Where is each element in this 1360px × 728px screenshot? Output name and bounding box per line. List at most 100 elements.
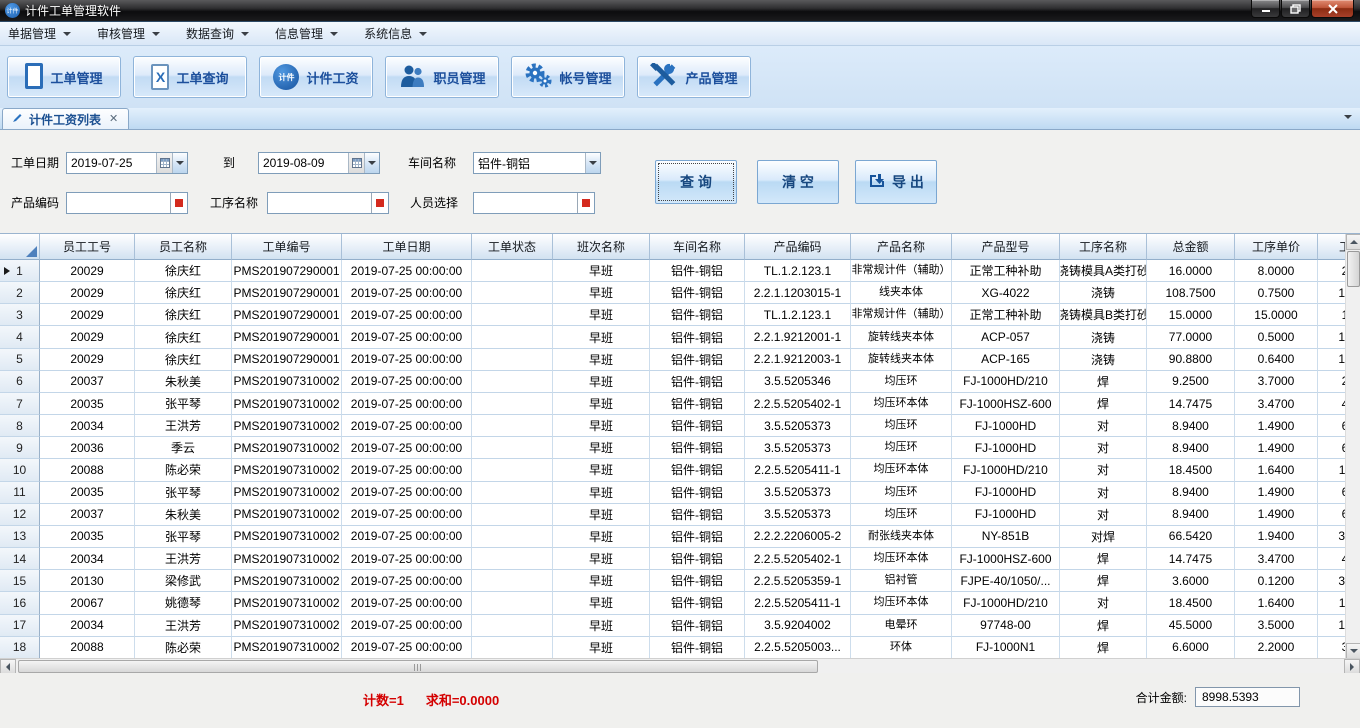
grid-cell[interactable]: 2019-07-25 00:00:00 (342, 592, 472, 614)
query-button[interactable]: 查 询 (655, 160, 737, 204)
column-header-7[interactable]: 车间名称 (650, 234, 745, 260)
toolbar-button-5[interactable]: 帐号管理 (511, 56, 625, 98)
scroll-right-icon[interactable] (1344, 659, 1360, 674)
grid-cell[interactable] (472, 393, 553, 415)
grid-cell[interactable]: 铝件-铜铝 (650, 260, 745, 282)
grid-cell[interactable] (472, 570, 553, 592)
grid-cell[interactable]: 对 (1060, 459, 1147, 481)
grid-cell[interactable]: 20029 (40, 326, 135, 348)
menu-item-3[interactable]: 数据查询 (186, 25, 249, 42)
grid-cell[interactable]: 浇铸模具A类打砂 (1060, 260, 1147, 282)
grid-cell[interactable]: 20034 (40, 415, 135, 437)
grid-cell[interactable]: 2.2.1.9212003-1 (745, 349, 851, 371)
date-from-dropdown-icon[interactable] (172, 153, 187, 173)
grid-cell[interactable]: 王洪芳 (135, 415, 232, 437)
grid-cell[interactable]: 3.4700 (1235, 548, 1318, 570)
table-row[interactable]: 1720034王洪芳PMS2019073100022019-07-25 00:0… (0, 615, 1345, 637)
table-row[interactable]: 1820088陈必荣PMS2019073100022019-07-25 00:0… (0, 637, 1345, 659)
grid-cell[interactable]: PMS201907310002 (232, 393, 342, 415)
grid-cell[interactable]: 108.7500 (1147, 282, 1235, 304)
grid-cell[interactable]: 陈必荣 (135, 459, 232, 481)
clear-button[interactable]: 清 空 (757, 160, 839, 204)
grid-cell[interactable]: 15.0000 (1235, 304, 1318, 326)
person-input[interactable] (473, 192, 595, 214)
grid-cell[interactable]: 王洪芳 (135, 615, 232, 637)
column-header-13[interactable]: 工序单价 (1235, 234, 1318, 260)
toolbar-button-2[interactable]: X工单查询 (133, 56, 247, 98)
grid-cell[interactable]: 铝件-铜铝 (650, 282, 745, 304)
grid-cell[interactable]: 朱秋美 (135, 371, 232, 393)
close-button[interactable] (1311, 0, 1354, 18)
select-all-corner[interactable] (0, 234, 40, 260)
grid-cell[interactable]: 铝件-铜铝 (650, 304, 745, 326)
grid-cell[interactable]: 20036 (40, 437, 135, 459)
grid-cell[interactable]: 徐庆红 (135, 304, 232, 326)
row-header[interactable]: 8 (0, 415, 40, 437)
grid-cell[interactable]: 旋转线夹本体 (851, 349, 952, 371)
date-to-dropdown-icon[interactable] (364, 153, 379, 173)
grid-cell[interactable]: 14.7475 (1147, 548, 1235, 570)
grid-cell[interactable]: 铝件-铜铝 (650, 482, 745, 504)
grid-cell[interactable]: 20037 (40, 371, 135, 393)
row-header[interactable]: 4 (0, 326, 40, 348)
grid-cell[interactable]: 2019-07-25 00:00:00 (342, 526, 472, 548)
vertical-scroll-thumb[interactable] (1347, 251, 1360, 287)
grid-cell[interactable]: 2019-07-25 00:00:00 (342, 304, 472, 326)
grid-cell[interactable]: 焊 (1060, 570, 1147, 592)
grid-cell[interactable]: 季云 (135, 437, 232, 459)
grid-cell[interactable]: 铝件-铜铝 (650, 459, 745, 481)
grid-cell[interactable]: 11 (1318, 459, 1345, 481)
grid-cell[interactable]: 20029 (40, 260, 135, 282)
grid-cell[interactable]: 张平琴 (135, 482, 232, 504)
grid-cell[interactable]: 早班 (553, 393, 650, 415)
grid-cell[interactable]: 早班 (553, 260, 650, 282)
grid-cell[interactable]: 9.2500 (1147, 371, 1235, 393)
grid-cell[interactable]: 铝件-铜铝 (650, 615, 745, 637)
grid-cell[interactable]: 非常规计件（辅助） (851, 260, 952, 282)
column-header-8[interactable]: 产品编码 (745, 234, 851, 260)
grid-cell[interactable]: 30 (1318, 570, 1345, 592)
scroll-down-icon[interactable] (1346, 643, 1360, 659)
grid-cell[interactable]: 早班 (553, 548, 650, 570)
column-header-14[interactable]: 工 (1318, 234, 1345, 260)
grid-cell[interactable]: 4 (1318, 548, 1345, 570)
grid-cell[interactable]: 早班 (553, 482, 650, 504)
grid-cell[interactable]: PMS201907310002 (232, 437, 342, 459)
grid-cell[interactable]: 均压环 (851, 371, 952, 393)
grid-cell[interactable]: 均压环本体 (851, 548, 952, 570)
grid-cell[interactable]: 均压环本体 (851, 592, 952, 614)
row-header[interactable]: 12 (0, 504, 40, 526)
grid-cell[interactable]: 2.2.5.5205411-1 (745, 592, 851, 614)
grid-cell[interactable]: 2 (1318, 260, 1345, 282)
grid-cell[interactable]: 王洪芳 (135, 548, 232, 570)
grid-cell[interactable]: 铝件-铜铝 (650, 371, 745, 393)
grid-cell[interactable]: 早班 (553, 570, 650, 592)
grid-cell[interactable]: 2019-07-25 00:00:00 (342, 415, 472, 437)
row-header[interactable]: 10 (0, 459, 40, 481)
grid-cell[interactable]: 15.0000 (1147, 304, 1235, 326)
grid-cell[interactable]: 1.9400 (1235, 526, 1318, 548)
grid-cell[interactable]: 8.9400 (1147, 415, 1235, 437)
grid-cell[interactable]: FJ-1000HD/210 (952, 459, 1060, 481)
grid-cell[interactable]: 6 (1318, 504, 1345, 526)
horizontal-scroll-thumb[interactable] (18, 660, 818, 673)
grid-cell[interactable]: 20035 (40, 526, 135, 548)
grid-cell[interactable]: 对焊 (1060, 526, 1147, 548)
column-header-12[interactable]: 总金额 (1147, 234, 1235, 260)
grid-cell[interactable]: 焊 (1060, 637, 1147, 659)
grid-cell[interactable]: PMS201907290001 (232, 349, 342, 371)
grid-cell[interactable]: PMS201907310002 (232, 459, 342, 481)
grid-cell[interactable]: 2019-07-25 00:00:00 (342, 548, 472, 570)
grid-cell[interactable]: 20088 (40, 637, 135, 659)
grid-cell[interactable]: FJ-1000HD/210 (952, 592, 1060, 614)
column-header-5[interactable]: 工单状态 (472, 234, 553, 260)
grid-cell[interactable]: 浇铸 (1060, 326, 1147, 348)
grid-cell[interactable]: 焊 (1060, 548, 1147, 570)
column-header-10[interactable]: 产品型号 (952, 234, 1060, 260)
table-row[interactable]: 1220037朱秋美PMS2019073100022019-07-25 00:0… (0, 504, 1345, 526)
grid-cell[interactable]: 铝件-铜铝 (650, 637, 745, 659)
grid-cell[interactable]: 焊 (1060, 615, 1147, 637)
grid-cell[interactable]: 2019-07-25 00:00:00 (342, 393, 472, 415)
menu-item-1[interactable]: 单据管理 (8, 25, 71, 42)
grid-cell[interactable]: 早班 (553, 615, 650, 637)
